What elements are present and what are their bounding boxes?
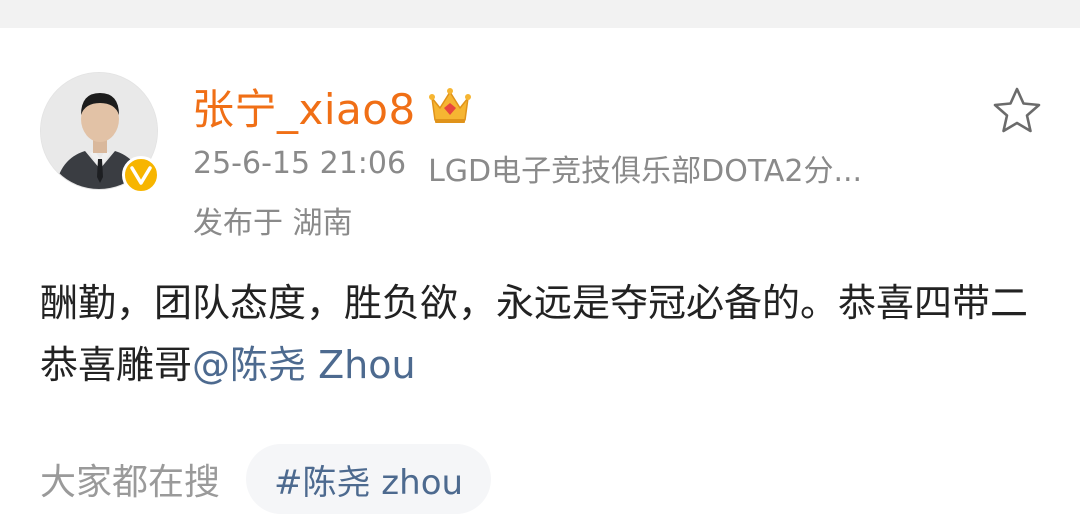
mention-link[interactable]: @陈尧 Zhou (192, 343, 416, 387)
post-time: 25-6-15 21:06 (193, 146, 407, 181)
post-location: 发布于 湖南 (193, 206, 353, 241)
post-card: 张宁_xiao8 25-6-15 21:06 LGD电子竞技俱乐部DOTA2分.… (0, 28, 1080, 514)
username-row: 张宁_xiao8 (192, 78, 472, 134)
post-text: 酬勤，团队态度，胜负欲，永远是夺冠必备的。恭喜四带二恭喜雕哥 (40, 281, 1029, 387)
top-separator (0, 0, 1080, 28)
trending-label: 大家都在搜 (40, 462, 221, 503)
crown-icon[interactable] (428, 86, 472, 126)
avatar-container[interactable] (40, 72, 160, 194)
username[interactable]: 张宁_xiao8 (192, 76, 416, 137)
post-meta: 25-6-15 21:06 LGD电子竞技俱乐部DOTA2分... (193, 146, 973, 190)
post-source[interactable]: LGD电子竞技俱乐部DOTA2分... (428, 146, 862, 190)
verified-badge-icon (122, 156, 160, 194)
post-body: 酬勤，团队态度，胜负欲，永远是夺冠必备的。恭喜四带二恭喜雕哥@陈尧 Zhou (40, 272, 1040, 396)
trending-row: 大家都在搜 #陈尧 zhou (40, 444, 492, 514)
star-icon[interactable] (990, 84, 1044, 138)
hashtag-chip[interactable]: #陈尧 zhou (246, 444, 492, 514)
